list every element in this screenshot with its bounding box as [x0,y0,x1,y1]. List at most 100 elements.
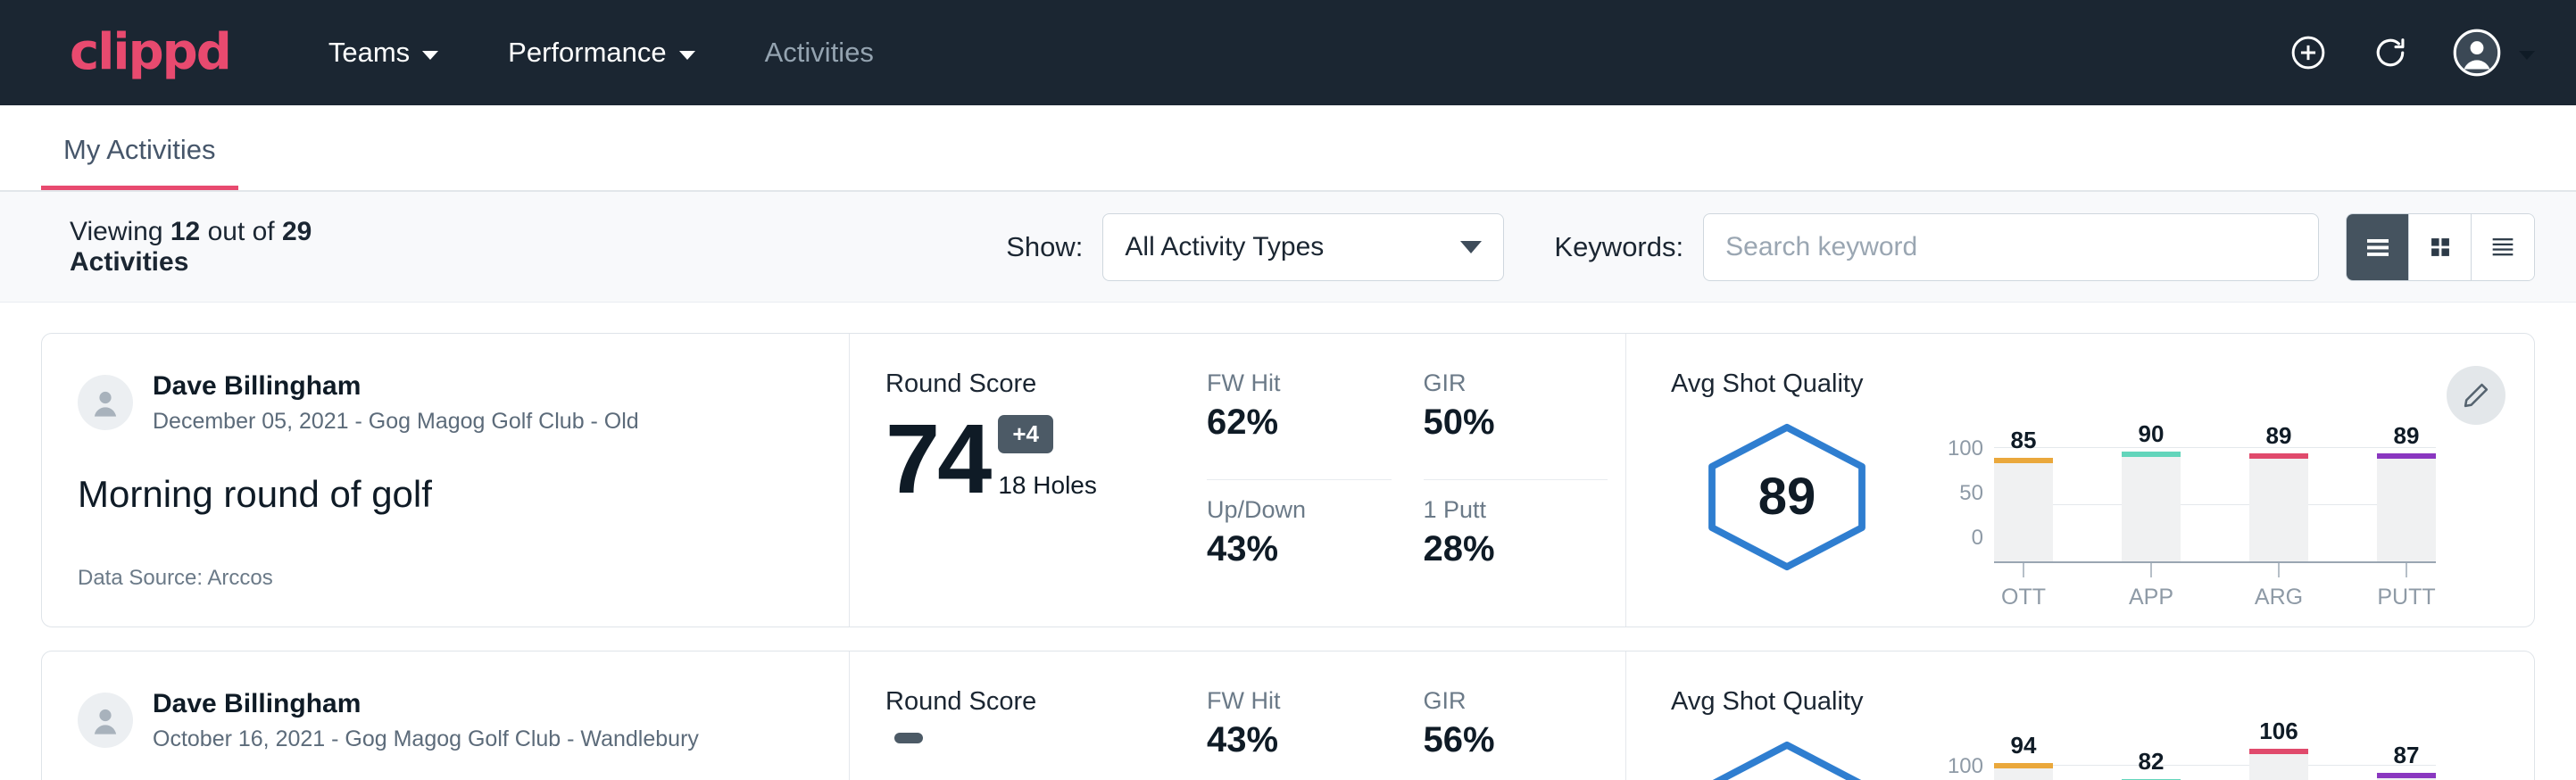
activity-title: Morning round of golf [78,473,822,516]
avg-shot-quality-value [1698,740,1876,780]
stat-label: FW Hit [1207,369,1392,397]
stat-value: 50% [1424,402,1608,443]
round-score-row: 74 +4 18 Holes [885,415,1189,503]
bar-rect [2122,452,2181,561]
bar-value: 87 [2394,742,2420,769]
tick-mark [2406,563,2407,577]
bar-rect [2377,773,2436,780]
y-tick-100: 100 [1939,436,1983,461]
round-score-column: Round Score 74 +4 18 Holes [850,334,1207,626]
person-icon [86,701,125,740]
y-tick-0: 0 [1939,526,1983,551]
chart-x-axis: OTT APP ARG [1994,563,2436,610]
clippd-logo[interactable]: clippd [70,28,230,78]
bar-rect [2249,453,2308,561]
bar-cap [2122,452,2181,457]
y-tick-100: 100 [1939,754,1983,779]
activity-type-value: All Activity Types [1125,232,1460,262]
activity-type-select[interactable]: All Activity Types [1102,213,1504,281]
quality-hexagon [1698,740,1876,780]
x-tick-label: ARG [2255,585,2303,610]
stat-value: 43% [1207,720,1392,760]
activity-info-column: Dave Billingham October 16, 2021 - Gog M… [42,651,850,780]
tab-my-activities[interactable]: My Activities [41,134,238,190]
activity-card[interactable]: Dave Billingham October 16, 2021 - Gog M… [41,651,2535,780]
stat-value: 62% [1207,402,1392,443]
stat-value: 43% [1207,529,1392,569]
activity-meta: October 16, 2021 - Gog Magog Golf Club -… [153,725,699,754]
nav-item-performance[interactable]: Performance [508,37,694,69]
round-stats-column: FW Hit 62% GIR 50% Up/Down 43% 1 Putt 28… [1207,334,1626,626]
bar-value: 94 [2011,732,2037,759]
shot-quality-bar-chart: 100 50 0 85 [1939,417,2436,577]
bar-cap [1994,458,2053,463]
activities-list: Dave Billingham December 05, 2021 - Gog … [0,303,2576,780]
activity-meta: December 05, 2021 - Gog Magog Golf Club … [153,407,639,436]
y-tick-50: 50 [1939,481,1983,506]
holes-count: 18 Holes [998,471,1097,500]
bar-cap [2377,773,2436,778]
x-tick-putt: PUTT [2377,563,2436,610]
chart-y-axis: 100 [1939,754,1994,780]
nav-item-teams[interactable]: Teams [328,37,438,69]
chart-bars: 94 82 [1994,717,2436,780]
tab-bar: My Activities [0,105,2576,192]
chevron-down-icon [2519,51,2535,60]
chart-bars: 85 90 [1994,417,2436,561]
player-name: Dave Billingham [153,369,639,403]
view-mode-compact-button[interactable] [2472,214,2534,280]
bar-value: 82 [2139,748,2165,776]
search-input[interactable] [1725,232,2297,262]
compact-view-icon [2488,232,2518,262]
activity-card[interactable]: Dave Billingham December 05, 2021 - Gog … [41,333,2535,627]
grid-view-icon [2425,232,2456,262]
avg-shot-quality-label: Avg Shot Quality [1671,687,2436,717]
avatar [78,375,133,430]
view-mode-toggle [2346,213,2535,281]
round-score-label: Round Score [885,369,1189,399]
round-score-column: Round Score [850,651,1207,780]
stat-gir: GIR 56% [1424,687,1608,780]
nav-item-activities[interactable]: Activities [765,37,874,69]
keywords-label: Keywords: [1554,231,1683,263]
bar-putt: 87 [2377,742,2436,780]
score-differential-badge: +4 [998,415,1053,453]
show-label: Show: [1006,231,1083,263]
filter-bar: Viewing 12 out of 29 Activities Show: Al… [0,192,2576,303]
round-stats-column: FW Hit 43% GIR 56% [1207,651,1626,780]
x-tick-label: PUTT [2377,585,2435,610]
plus-circle-icon[interactable] [2289,33,2328,72]
account-menu[interactable] [2453,29,2535,77]
bar-value: 106 [2259,718,2298,745]
shot-quality-bar-chart: 100 94 [1939,734,2436,780]
search-box[interactable] [1703,213,2319,281]
round-score-row [885,733,1189,747]
bar-ott: 94 [1994,732,2053,780]
edit-activity-button[interactable] [2447,366,2505,425]
round-score-label: Round Score [885,687,1189,717]
stat-label: FW Hit [1207,687,1392,715]
score-differential-badge [894,733,923,743]
x-tick-app: APP [2122,563,2181,610]
avg-shot-quality-value: 89 [1698,422,1876,572]
view-mode-list-button[interactable] [2347,214,2409,280]
bar-rect [1994,763,2053,780]
chart-plot-area: 85 90 [1994,417,2436,577]
chevron-down-icon [1460,241,1482,253]
chart-plot-area: 94 82 [1994,734,2436,780]
bar-cap [1994,763,2053,768]
bar-value: 85 [2011,427,2037,454]
stat-up-down: Up/Down 43% [1207,480,1392,591]
stat-value: 28% [1424,529,1608,569]
bar-rect [2249,749,2308,780]
bar-arg: 106 [2249,718,2308,780]
nav-item-teams-label: Teams [328,37,410,69]
stat-gir: GIR 50% [1424,369,1608,480]
list-view-icon [2362,231,2394,263]
navbar-actions [2289,29,2535,77]
viewing-count: 12 [170,217,200,246]
refresh-icon[interactable] [2371,33,2410,72]
view-mode-grid-button[interactable] [2409,214,2472,280]
viewing-count-text: Viewing 12 out of 29 Activities [70,217,408,278]
show-filter-group: Show: All Activity Types [1006,213,1504,281]
